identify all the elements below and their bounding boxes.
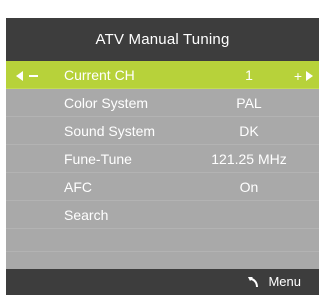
menu-spacer-row [6, 229, 319, 252]
menu-item-afc[interactable]: AFC On [6, 173, 319, 201]
footer-menu-hint[interactable]: Menu [246, 274, 301, 289]
menu-item-label: Color System [64, 95, 149, 111]
atv-manual-tuning-panel: ATV Manual Tuning Current CH 1 + Color S… [6, 18, 319, 295]
footer-menu-label: Menu [268, 274, 301, 289]
panel-title: ATV Manual Tuning [6, 18, 319, 61]
menu-item-value: On [239, 179, 259, 195]
return-icon [248, 276, 259, 287]
menu-item-label: AFC [64, 179, 92, 195]
menu-item-search[interactable]: Search [6, 201, 319, 229]
plus-icon: + [293, 67, 302, 84]
menu-item-value: 121.25 MHz [211, 151, 287, 167]
menu-item-value: PAL [236, 95, 262, 111]
menu-item-label: Search [64, 207, 109, 223]
menu-item-label: Current CH [64, 67, 135, 83]
menu-list: Current CH 1 + Color System PAL Sound Sy… [6, 61, 319, 252]
menu-item-label: Fune-Tune [64, 151, 132, 167]
menu-item-sound-system[interactable]: Sound System DK [6, 117, 319, 145]
footer-bar: Menu [6, 269, 319, 295]
decrease-control[interactable] [16, 61, 38, 89]
menu-item-label: Sound System [64, 123, 156, 139]
arrow-right-icon [306, 70, 313, 81]
menu-item-color-system[interactable]: Color System PAL [6, 89, 319, 117]
menu-item-fine-tune[interactable]: Fune-Tune 121.25 MHz [6, 145, 319, 173]
menu-item-value: DK [239, 123, 259, 139]
arrow-left-icon [16, 70, 23, 81]
minus-icon [29, 74, 38, 77]
increase-control[interactable]: + [294, 61, 313, 89]
menu-item-current-ch[interactable]: Current CH 1 + [6, 61, 319, 89]
